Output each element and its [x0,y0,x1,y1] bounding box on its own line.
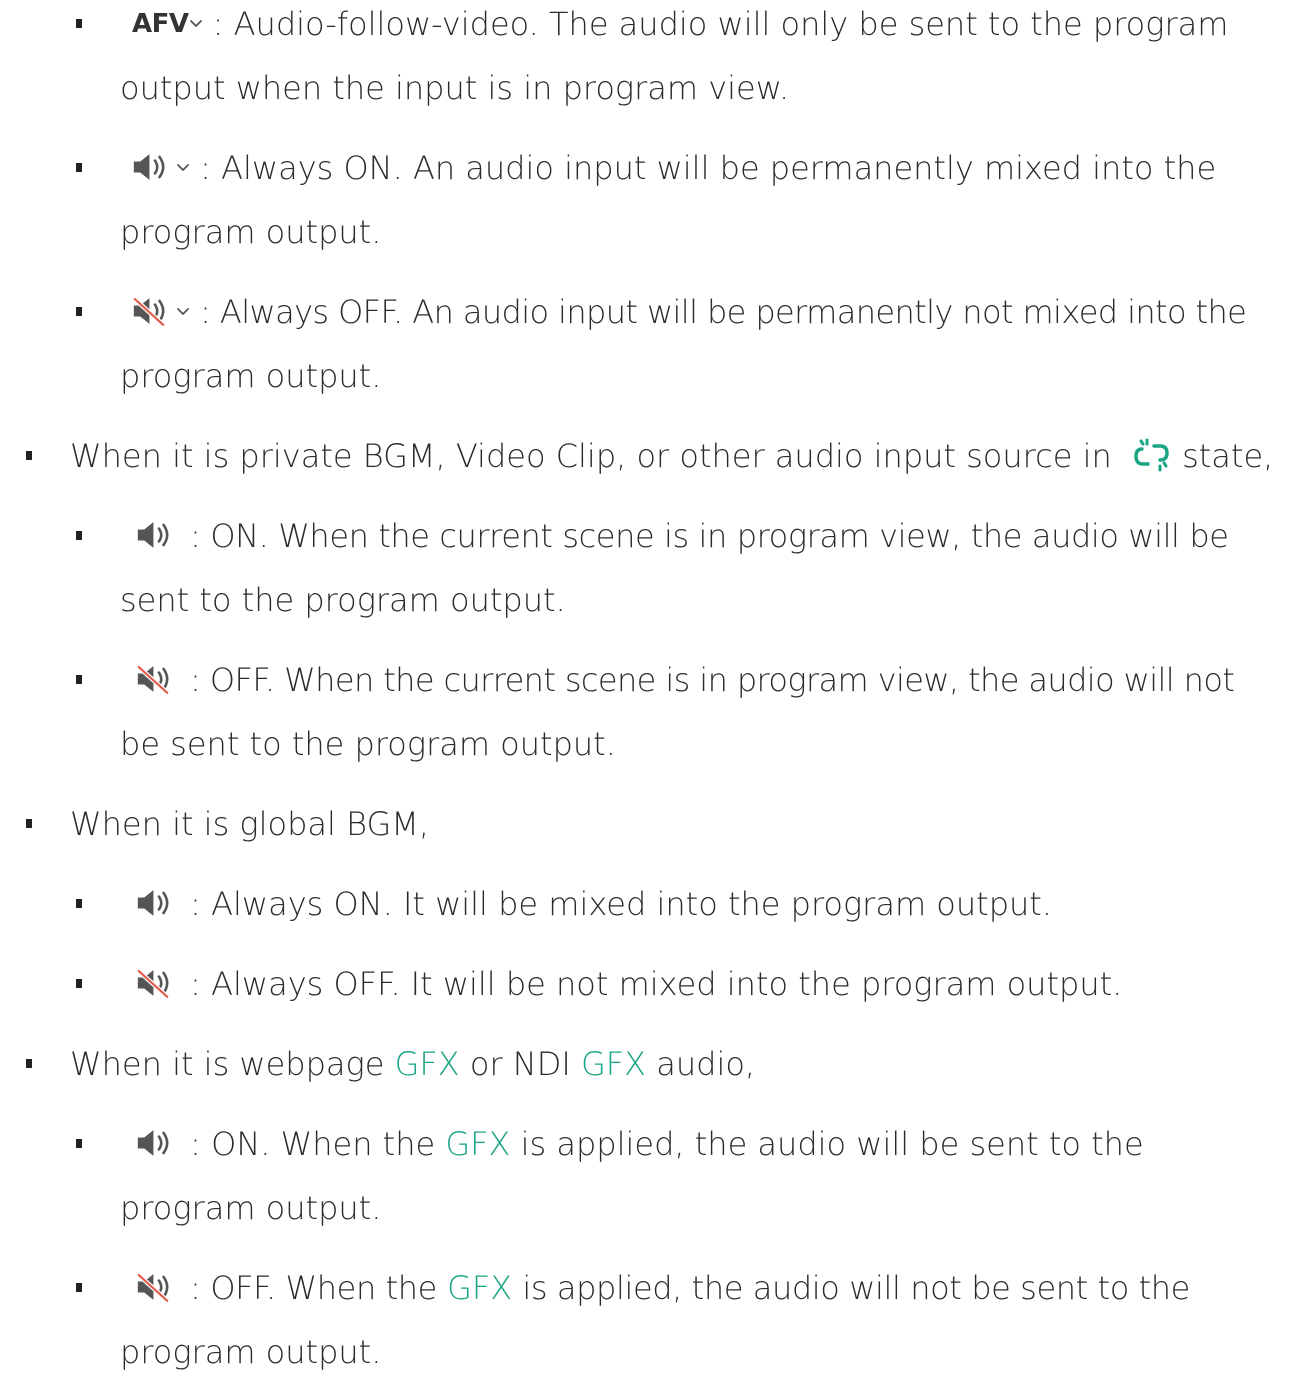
gfx-on-description: : ON. When the [190,1125,436,1163]
speaker-muted-icon [136,968,180,998]
afv-description: : Audio-follow-video. The audio will onl… [212,5,1229,43]
gfx-off-description-end: is applied, the audio will not be sent t… [522,1269,1190,1307]
private-off-description-cont: be sent to the program output. [120,725,616,763]
always-off-description: : Always OFF. An audio input will be per… [200,293,1247,331]
list-item-gfx-on-cont: program output. [120,1176,1290,1240]
gfx-on-description-end: is applied, the audio will be sent to th… [520,1125,1144,1163]
afv-description-cont: output when the input is in program view… [120,69,790,107]
bullet [76,307,82,316]
chevron-down-icon [189,18,203,28]
list-item-always-off: : Always OFF. An audio input will be per… [76,280,1290,344]
bullet [26,451,32,460]
gfx-link[interactable]: GFX [445,1125,510,1163]
chevron-down-icon [176,162,190,172]
list-item-gfx-intro: When it is webpage GFX or NDI GFX audio, [26,1032,1306,1096]
list-item-global-off: : Always OFF. It will be not mixed into … [76,952,1290,1016]
private-intro-suffix: state, [1182,437,1274,475]
list-item-global-intro: When it is global BGM, [26,792,1306,856]
list-item-gfx-on: : ON. When the GFX is applied, the audio… [76,1112,1290,1176]
global-intro-text: When it is global BGM, [70,805,430,843]
afv-icon: AFV [132,9,189,39]
gfx-intro-text: When it is webpage [70,1045,385,1083]
list-item-always-on-cont: program output. [120,200,1290,264]
always-on-description-cont: program output. [120,213,382,251]
list-item-private-intro: When it is private BGM, Video Clip, or o… [26,424,1306,488]
always-on-description: : Always ON. An audio input will be perm… [200,149,1217,187]
list-item-private-on: : ON. When the current scene is in progr… [76,504,1290,568]
list-item-gfx-off: : OFF. When the GFX is applied, the audi… [76,1256,1290,1320]
private-on-description-cont: sent to the program output. [120,581,566,619]
bullet [76,1283,82,1292]
private-off-description: : OFF. When the current scene is in prog… [190,661,1235,699]
bullet [76,531,82,540]
speaker-muted-icon [136,664,180,694]
always-off-description-cont: program output. [120,357,382,395]
gfx-link[interactable]: GFX [395,1045,460,1083]
gfx-on-description-cont: program output. [120,1189,382,1227]
list-item-private-off: : OFF. When the current scene is in prog… [76,648,1290,712]
list-item-always-off-cont: program output. [120,344,1290,408]
list-item-afv: AFV : Audio-follow-video. The audio will… [76,0,1290,58]
speaker-on-icon [132,152,176,182]
bullet [76,899,82,908]
speaker-on-icon [136,888,180,918]
bullet [76,675,82,684]
global-on-description: : Always ON. It will be mixed into the p… [190,885,1052,923]
gfx-link[interactable]: GFX [581,1045,646,1083]
list-item-afv-cont: output when the input is in program view… [120,56,1290,120]
bullet [76,1139,82,1148]
gfx-off-description-cont: program output. [120,1333,382,1371]
unlink-icon [1132,437,1172,473]
list-item-always-on: : Always ON. An audio input will be perm… [76,136,1290,200]
speaker-on-icon [136,520,180,550]
bullet [76,19,82,28]
speaker-on-icon [136,1128,180,1158]
private-intro-text: When it is private BGM, Video Clip, or o… [70,437,1112,475]
list-item-private-on-cont: sent to the program output. [120,568,1290,632]
bullet [76,163,82,172]
gfx-intro-text-end: audio, [656,1045,756,1083]
gfx-link[interactable]: GFX [447,1269,512,1307]
list-item-global-on: : Always ON. It will be mixed into the p… [76,872,1290,936]
private-on-description: : ON. When the current scene is in progr… [190,517,1229,555]
gfx-intro-text-mid: or NDI [469,1045,571,1083]
bullet [26,1059,32,1068]
bullet [76,979,82,988]
speaker-muted-icon [132,296,176,326]
list-item-gfx-off-cont: program output. [120,1320,1290,1384]
global-off-description: : Always OFF. It will be not mixed into … [190,965,1123,1003]
gfx-off-description: : OFF. When the [190,1269,437,1307]
list-item-private-off-cont: be sent to the program output. [120,712,1290,776]
chevron-down-icon [176,306,190,316]
speaker-muted-icon [136,1272,180,1302]
bullet [26,819,32,828]
